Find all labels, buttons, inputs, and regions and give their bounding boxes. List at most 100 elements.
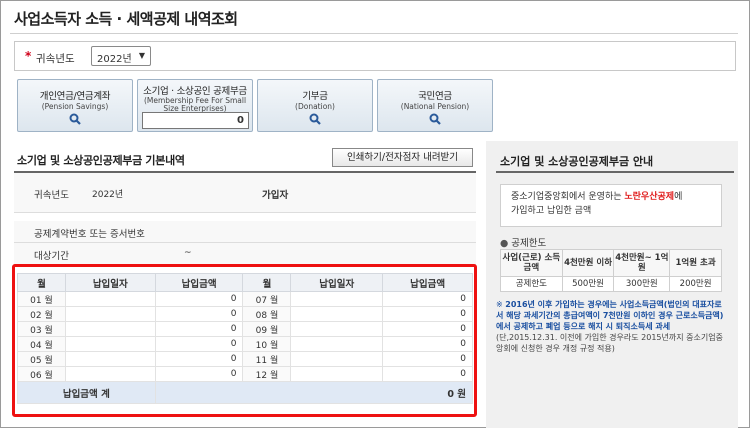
table-row: 02 월 0 08 월 0 (17, 306, 473, 322)
month-cell: 07 월 (242, 291, 292, 307)
note-detail: (단,2015.12.31. 이전에 가입한 경우라도 2015년까지 중소기업… (496, 333, 723, 353)
note-bold: 2016년 이후 가입하는 경우에는 사업소득금액(법인의 대표자로서 해당 과… (496, 300, 724, 331)
info-row-contract: 공제계약번호 또는 증서번호 (14, 221, 476, 243)
date-cell (290, 291, 384, 307)
date-cell (290, 351, 384, 367)
note-mark: ※ (496, 300, 503, 309)
year-label: 귀속년도 (34, 190, 69, 201)
month-cell: 02 월 (17, 306, 66, 322)
amount-cell: 0 (154, 351, 244, 367)
col-header-month: 월 (242, 273, 292, 292)
intro-text: 중소기업중앙회에서 운영하는 (511, 192, 625, 202)
year-filter-box: * 귀속년도 2022년 ▼ (14, 41, 736, 71)
limit-title: 공제한도 (511, 238, 547, 249)
date-cell (64, 306, 156, 322)
limit-value: 300만원 (613, 276, 671, 292)
month-cell: 11 월 (242, 351, 292, 367)
amount-cell: 0 (382, 291, 473, 307)
tile-title: 개인연금/연금계좌 (39, 91, 111, 102)
date-cell (290, 321, 384, 337)
deduction-limit-table: 사업(근로) 소득금액 4천만원 이하 4천만원~ 1억원 1억원 초과 공제한… (500, 249, 722, 292)
tile-pension-savings[interactable]: 개인연금/연금계좌 (Pension Savings) (17, 79, 133, 132)
month-cell: 06 월 (17, 366, 66, 382)
search-icon[interactable] (429, 113, 441, 125)
date-cell (290, 306, 384, 322)
table-row: 01 월 0 07 월 0 (17, 291, 473, 307)
limit-value: 500만원 (561, 276, 615, 292)
tile-national-pension[interactable]: 국민연금 (National Pension) (377, 79, 493, 132)
date-cell (290, 336, 384, 352)
intro-text: 에 (674, 192, 683, 202)
small-enterprise-amount: 0 (142, 112, 249, 129)
month-cell: 03 월 (17, 321, 66, 337)
chevron-down-icon: ▼ (138, 51, 145, 60)
amount-cell: 0 (382, 366, 473, 382)
section-title-basic: 소기업 및 소상공인공제부금 기본내역 (17, 154, 185, 167)
period-label: 대상기간 (34, 251, 69, 262)
info-row-period: 대상기간 ~ (14, 243, 476, 265)
limit-value-row: 공제한도 500만원 300만원 200만원 (500, 276, 722, 292)
col-header-date: 납입일자 (64, 273, 156, 292)
required-mark: * (25, 49, 32, 63)
search-icon[interactable] (69, 113, 81, 125)
amount-cell: 0 (382, 351, 473, 367)
month-cell: 10 월 (242, 336, 292, 352)
date-cell (64, 291, 156, 307)
limit-subtitle: ● 공제한도 (500, 235, 546, 249)
table-row: 05 월 0 11 월 0 (17, 351, 473, 367)
limit-value: 200만원 (669, 276, 722, 292)
amount-cell: 0 (382, 321, 473, 337)
guide-divider (496, 171, 734, 173)
date-cell (64, 336, 156, 352)
tile-subtitle: (National Pension) (400, 102, 470, 111)
amount-cell: 0 (154, 336, 244, 352)
info-row-year: 귀속년도 2022년 가입자 (14, 173, 476, 213)
tile-subtitle: (Membership Fee For Small Size Enterpris… (143, 96, 247, 113)
month-cell: 01 월 (17, 291, 66, 307)
table-row: 06 월 0 12 월 0 (17, 366, 473, 382)
payment-table: 월 납입일자 납입금액 월 납입일자 납입금액 01 월 0 07 월 0 02… (17, 273, 474, 404)
guide-title: 소기업 및 소상공인공제부금 안내 (500, 155, 654, 168)
total-row: 납입금액 계 0 원 (17, 381, 474, 404)
limit-header: 4천만원~ 1억원 (613, 249, 671, 277)
print-download-button[interactable]: 인쇄하기/전자점자 내려받기 (332, 148, 473, 167)
guide-note: ※ 2016년 이후 가입하는 경우에는 사업소득금액(법인의 대표자로서 해당… (496, 299, 728, 354)
search-icon[interactable] (309, 113, 321, 125)
month-cell: 08 월 (242, 306, 292, 322)
month-cell: 09 월 (242, 321, 292, 337)
period-value: ~ (184, 248, 192, 258)
amount-cell: 0 (154, 321, 244, 337)
col-header-amount: 납입금액 (382, 273, 473, 292)
date-cell (290, 366, 384, 382)
year-label: 귀속년도 (36, 53, 75, 65)
month-cell: 05 월 (17, 351, 66, 367)
limit-value: 공제한도 (500, 276, 563, 292)
col-header-date: 납입일자 (290, 273, 384, 292)
tile-title: 기부금 (302, 91, 328, 102)
amount-cell: 0 (154, 366, 244, 382)
limit-header: 1억원 초과 (669, 249, 722, 277)
year-select-value: 2022년 (97, 54, 132, 65)
table-header-row: 월 납입일자 납입금액 월 납입일자 납입금액 (17, 273, 473, 292)
limit-header-row: 사업(근로) 소득금액 4천만원 이하 4천만원~ 1억원 1억원 초과 (500, 249, 722, 277)
tile-small-enterprise[interactable]: 소기업 · 소상공인 공제부금 (Membership Fee For Smal… (137, 79, 253, 132)
table-row: 04 월 0 10 월 0 (17, 336, 473, 352)
amount-cell: 0 (154, 306, 244, 322)
tile-donation[interactable]: 기부금 (Donation) (257, 79, 373, 132)
limit-header: 4천만원 이하 (561, 249, 615, 277)
guide-panel: 소기업 및 소상공인공제부금 안내 중소기업중앙회에서 운영하는 노란우산공제에… (486, 141, 738, 428)
date-cell (64, 366, 156, 382)
contract-label: 공제계약번호 또는 증서번호 (34, 229, 145, 240)
guide-intro-line1: 중소기업중앙회에서 운영하는 노란우산공제에 (511, 190, 721, 204)
amount-cell: 0 (154, 291, 244, 307)
guide-intro-line2: 가입하고 납입한 금액 (511, 206, 592, 216)
tile-title: 소기업 · 소상공인 공제부금 (143, 86, 247, 97)
yellow-umbrella-highlight: 노란우산공제 (624, 192, 675, 202)
year-select[interactable]: 2022년 ▼ (91, 46, 151, 66)
col-header-amount: 납입금액 (154, 273, 244, 292)
bullet-icon: ● (500, 238, 509, 249)
month-cell: 12 월 (242, 366, 292, 382)
tile-subtitle: (Donation) (295, 102, 335, 111)
date-cell (64, 351, 156, 367)
